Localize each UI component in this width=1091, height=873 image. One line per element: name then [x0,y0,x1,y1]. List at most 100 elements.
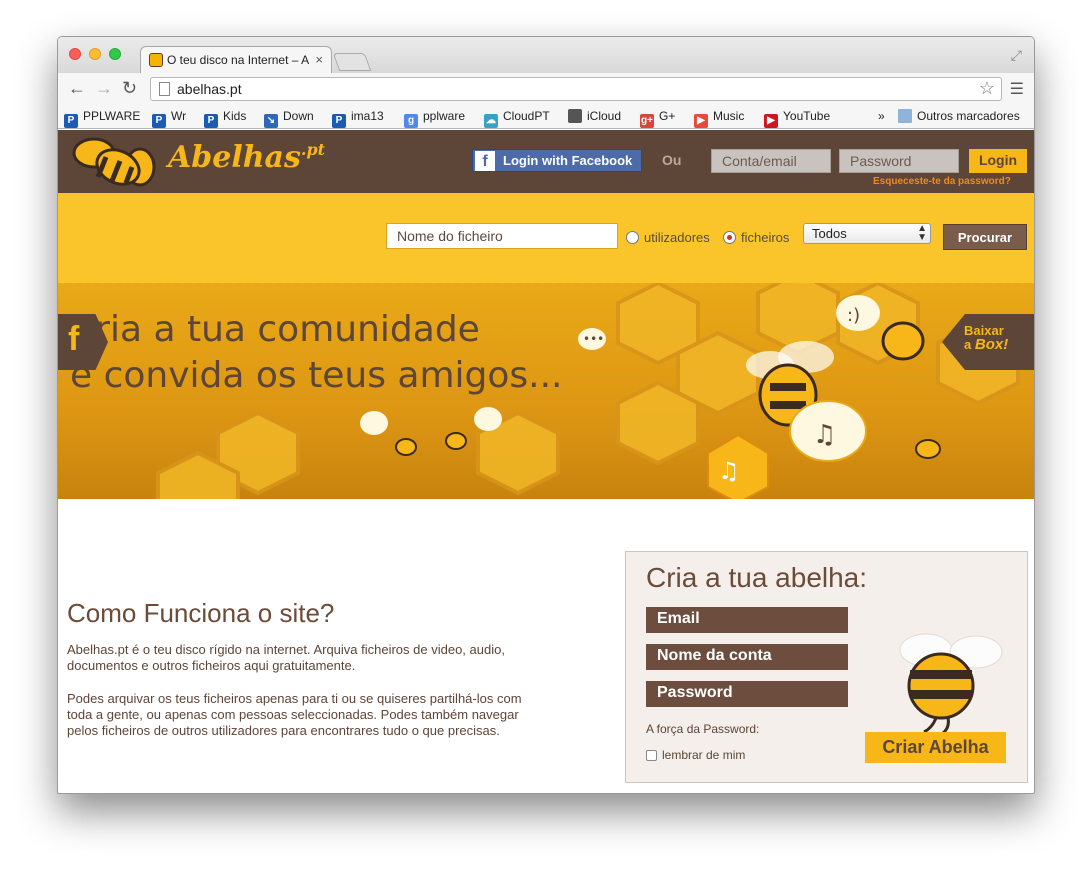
abelhas-site: Abelhas.pt f Login with Facebook Ou Cont… [58,130,1034,793]
logo-suffix: .pt [300,140,326,159]
site-logo[interactable]: Abelhas.pt [168,140,325,175]
bookmark-star-icon[interactable]: ☆ [979,78,995,99]
bookmark-item[interactable]: g+ G+ [640,109,675,128]
remember-me-checkbox[interactable] [646,750,657,761]
bookmark-item[interactable]: ▶ YouTube [764,109,830,128]
bookmark-item[interactable]: g pplware [404,109,465,128]
bookmark-label: pplware [423,109,466,123]
bookmark-label: PPLWARE [83,109,141,123]
how-paragraph-2: Podes arquivar os teus ficheiros apenas … [67,691,522,738]
fullscreen-icon[interactable]: ⤢ [1011,47,1022,64]
other-bookmarks-folder[interactable]: Outros marcadores [898,109,1020,123]
page-icon [159,82,170,96]
svg-text:•••: ••• [583,332,604,346]
download-label-box: Box! [974,336,1009,353]
facebook-login-button[interactable]: f Login with Facebook [472,149,642,172]
svg-text:♫: ♫ [718,457,740,485]
facebook-icon: f [475,151,495,171]
bookmark-label: Wr [171,109,187,123]
tab-title: O teu disco na Internet – A [167,53,310,67]
password-input[interactable]: Password [839,149,959,173]
bookmark-item[interactable]: Pima13 [332,109,384,128]
remember-me-label: lembrar de mim [662,748,746,762]
site-header: Abelhas.pt f Login with Facebook Ou Cont… [58,130,1034,193]
create-bee-button[interactable]: Criar Abelha [865,732,1006,763]
zoom-window-button[interactable] [109,48,121,60]
bookmark-favicon-icon: g+ [640,114,654,128]
bee-logo-icon[interactable] [68,133,160,191]
new-tab-button[interactable] [332,53,372,71]
signup-password-field[interactable]: Password [646,681,848,707]
bookmark-label: CloudPT [503,109,550,123]
bookmark-label: ima13 [351,109,384,123]
category-value: Todos [812,226,847,241]
password-strength-label: A força da Password: [646,722,760,736]
tab-close-icon[interactable]: × [315,52,323,67]
download-label-a: a [964,337,972,352]
minimize-window-button[interactable] [89,48,101,60]
bookmark-label: Down [283,109,314,123]
banner-headline-2: e convida os teus amigos... [70,355,563,396]
bookmark-item[interactable]: P Kids [204,109,246,128]
files-radio-label: ficheiros [741,230,790,245]
bookmark-favicon-icon: g [404,114,418,128]
or-label: Ou [662,152,682,168]
bookmark-item[interactable]: iCloud [568,109,621,123]
signup-email-field[interactable]: Email [646,607,848,633]
chrome-menu-icon[interactable]: ☰ [1010,79,1024,99]
bookmark-favicon-icon: P [204,114,218,128]
svg-text:♫: ♫ [813,420,836,450]
banner-headline-1: Cria a tua comunidade [70,309,480,350]
browser-tab[interactable]: O teu disco na Internet – A × [140,46,332,73]
category-select[interactable]: Todos ▲ ▼ [803,223,931,244]
signup-panel: Cria a tua abelha: Email Nome da conta P… [625,551,1028,783]
signup-account-name-field[interactable]: Nome da conta [646,644,848,670]
search-strip: Nome do ficheiro utilizadores ficheiros … [58,193,1034,283]
bookmark-item[interactable]: ↘ Down [264,109,314,128]
promo-banner: ♫ ♫ :) ••• Cria a tua comunidade e convi… [58,283,1034,499]
search-button[interactable]: Procurar [943,224,1027,250]
bookmark-favicon-icon: ☁ [484,114,498,128]
svg-text::): :) [847,305,860,326]
bookmark-item[interactable]: ▶ Music [694,109,744,128]
bookmark-favicon-icon [568,109,582,123]
browser-window: O teu disco na Internet – A × ⤢ ← → ↻ ab… [57,36,1035,794]
bookmark-favicon-icon: P [332,114,346,128]
address-bar[interactable]: abelhas.pt ☆ [150,77,1002,101]
account-email-input[interactable]: Conta/email [711,149,831,173]
forgot-password-link[interactable]: Esqueceste-te da password? [873,176,1011,187]
bookmark-favicon-icon: P [152,114,166,128]
bookmarks-bar: » Outros marcadores P PPLWARE P Wr P Kids ↘ Dow… [58,105,1034,129]
bookmark-label: iCloud [587,109,622,123]
bookmark-item[interactable]: P PPLWARE [64,109,140,128]
bookmark-label: YouTube [783,109,831,123]
reload-icon[interactable]: ↻ [122,78,137,99]
bookmark-item[interactable]: ☁ CloudPT [484,109,550,128]
bookmark-favicon-icon: P [64,114,78,128]
signup-title: Cria a tua abelha: [646,562,868,593]
bookmark-favicon-icon: ↘ [264,114,278,128]
bookmark-favicon-icon: ▶ [694,114,708,128]
bookmark-label: Kids [223,109,247,123]
login-button[interactable]: Login [969,149,1027,173]
forward-arrow-icon[interactable]: → [95,78,113,99]
bee-favicon-icon [149,53,163,67]
facebook-login-label: Login with Facebook [503,153,633,168]
bookmark-item[interactable]: P Wr [152,109,186,128]
how-paragraph-1: Abelhas.pt é o teu disco rígido na inter… [67,642,505,673]
files-radio[interactable] [723,231,736,244]
users-radio[interactable] [626,231,639,244]
other-bookmarks-label: Outros marcadores [917,109,1020,123]
bee-mascot-icon [899,633,1003,734]
close-window-button[interactable] [69,48,81,60]
bookmark-label: Music [713,109,745,123]
select-arrows-icon: ▲ ▼ [917,223,927,243]
users-radio-label: utilizadores [644,230,710,245]
bookmark-favicon-icon: ▶ [764,114,778,128]
back-arrow-icon[interactable]: ← [68,78,86,99]
filename-search-input[interactable]: Nome do ficheiro [386,223,618,249]
more-bookmarks-chevron-icon[interactable]: » [878,109,885,123]
how-it-works-title: Como Funciona o site? [67,598,335,628]
banner-scallop-edge [58,278,1034,288]
logo-text: Abelhas [168,140,301,175]
